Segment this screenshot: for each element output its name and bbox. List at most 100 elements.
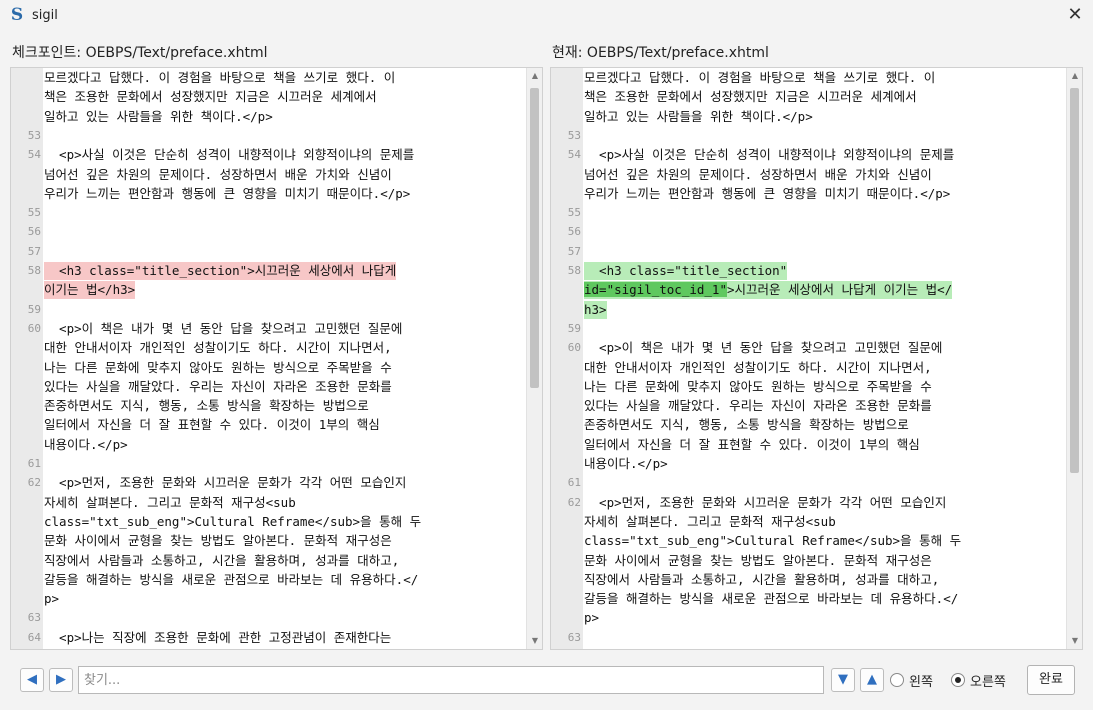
code-text[interactable]: 갈등을 해결하는 방식을 새로운 관점으로 바라보는 데 유용하다.</ [584,590,958,608]
done-button[interactable]: 완료 [1027,665,1075,695]
line-number: 60 [27,321,41,335]
code-text[interactable]: 일터에서 자신을 더 잘 표현할 수 있다. 이것이 1부의 핵심 [44,416,380,434]
code-text[interactable]: 직장에서 사람들과 소통하고, 시간을 활용하며, 성과를 대하고, [44,552,399,570]
code-line: 나는 다른 문화에 맞추지 않아도 원하는 방식으로 주목받을 수 [551,378,1066,396]
line-number: 57 [27,244,41,258]
code-text[interactable]: 자세히 살펴본다. 그리고 문화적 재구성<sub [584,513,836,531]
code-text[interactable]: <p>이 책은 내가 몇 년 동안 답을 찾으려고 고민했던 질문에 [584,339,942,357]
code-text[interactable]: <h3 class="title_section" [584,262,788,280]
code-text[interactable]: <p>먼저, 조용한 문화와 시끄러운 문화가 각각 어떤 모습인지 [44,474,406,492]
line-number: 64 [27,630,41,644]
code-text[interactable]: <p>나는 직장에 조용한 문화에 관한 고정관념이 존재한다는 [44,629,391,647]
left-scroll-thumb[interactable] [530,88,539,388]
code-text[interactable]: 모르겠다고 답했다. 이 경험을 바탕으로 책을 쓰기로 했다. 이 [584,69,935,87]
code-line: p> [551,609,1066,627]
code-line: 일하고 있는 사람들을 위한 책이다.</p> [551,108,1066,126]
code-line: 직장에서 사람들과 소통하고, 시간을 활용하며, 성과를 대하고, [11,552,526,570]
scroll-up-arrow-icon[interactable]: ▲ [527,68,542,84]
code-text[interactable]: 내용이다.</p> [44,436,128,454]
code-text[interactable]: 갈등을 해결하는 방식을 새로운 관점으로 바라보는 데 유용하다.</ [44,571,418,589]
line-number: 53 [567,128,581,142]
scroll-up-arrow-icon[interactable]: ▲ [1067,68,1082,84]
code-text[interactable]: 우리가 느끼는 편안함과 행동에 큰 영향을 미치기 때문이다.</p> [44,185,410,203]
previous-diff-button[interactable]: ◀ [20,668,44,692]
radio-left-label[interactable]: 왼쪽 [909,671,933,690]
code-text[interactable]: 내용이다.</p> [584,455,668,473]
line-number: 62 [27,476,41,490]
code-text[interactable]: class="txt_sub_eng">Cultural Reframe</su… [44,513,421,531]
line-number: 54 [567,148,581,162]
code-text[interactable]: 있다는 사실을 깨달았다. 우리는 자신이 자라온 조용한 문화를 [44,378,392,396]
window-title: sigil [32,7,58,23]
code-text[interactable]: 있다는 사실을 깨달았다. 우리는 자신이 자라온 조용한 문화를 [584,397,932,415]
code-text[interactable]: 대한 안내서이자 개인적인 성찰이기도 하다. 시간이 지나면서, [584,359,932,377]
next-diff-button[interactable]: ▶ [49,668,73,692]
code-line: 넘어선 깊은 차원의 문제이다. 성장하면서 배운 가치와 신념이 [551,166,1066,184]
code-text[interactable]: 일하고 있는 사람들을 위한 책이다.</p> [44,108,273,126]
code-text[interactable]: 자세히 살펴본다. 그리고 문화적 재구성<sub [44,494,296,512]
code-text[interactable]: h3> [584,300,607,319]
code-text[interactable]: 직장에서 사람들과 소통하고, 시간을 활용하며, 성과를 대하고, [584,571,939,589]
left-code-lines: 모르겠다고 답했다. 이 경험을 바탕으로 책을 쓰기로 했다. 이 책은 조용한… [11,68,526,649]
code-text[interactable]: 넘어선 깊은 차원의 문제이다. 성장하면서 배운 가치와 신념이 [44,166,392,184]
code-text[interactable]: <p>나는 직장에 조용한 문화에 관한 고정관념이 존재한다는 [584,648,931,649]
code-line: 60 <p>이 책은 내가 몇 년 동안 답을 찾으려고 고민했던 질문에 [11,320,526,338]
left-scrollbar[interactable]: ▲ ▼ [526,68,542,649]
code-line: 내용이다.</p> [11,436,526,454]
line-number: 60 [567,341,581,355]
code-line: 일터에서 자신을 더 잘 표현할 수 있다. 이것이 1부의 핵심 [551,436,1066,454]
code-line: 53 [551,127,1066,145]
code-text[interactable]: 존중하면서도 지식, 행동, 소통 방식을 확장하는 방법으로 [44,397,369,415]
line-number: 56 [27,225,41,239]
radio-right-label[interactable]: 오른쪽 [970,671,1006,690]
find-input[interactable] [78,666,824,694]
code-text[interactable]: <p>사실 이것은 단순히 성격이 내향적이냐 외향적이냐의 문제를 [44,146,414,164]
code-text[interactable]: 나는 다른 문화에 맞추지 않아도 원하는 방식으로 주목받을 수 [584,378,932,396]
close-icon[interactable]: ✕ [1063,3,1087,27]
find-previous-button[interactable]: ▲ [860,668,884,692]
code-text[interactable]: <p>사실 이것은 단순히 성격이 내향적이냐 외향적이냐의 문제를 [584,146,954,164]
code-line: p> [11,590,526,608]
code-line: 63 [551,629,1066,647]
code-text[interactable]: 책은 조용한 문화에서 성장했지만 지금은 시끄러운 세계에서 [584,88,917,106]
code-line: 54 <p>사실 이것은 단순히 성격이 내향적이냐 외향적이냐의 문제를 [551,146,1066,164]
code-text[interactable]: 대한 안내서이자 개인적인 성찰이기도 하다. 시간이 지나면서, [44,339,392,357]
code-text[interactable]: id="sigil_toc_id_1">시끄러운 세상에서 나답게 이기는 법<… [584,281,953,300]
code-text[interactable]: 모르겠다고 답했다. 이 경험을 바탕으로 책을 쓰기로 했다. 이 [44,69,395,87]
right-diff-pane[interactable]: 모르겠다고 답했다. 이 경험을 바탕으로 책을 쓰기로 했다. 이 책은 조용한… [550,67,1083,650]
line-number: 54 [27,148,41,162]
code-line: 넘어선 깊은 차원의 문제이다. 성장하면서 배운 가치와 신념이 [11,166,526,184]
code-text[interactable]: <p>먼저, 조용한 문화와 시끄러운 문화가 각각 어떤 모습인지 [584,494,946,512]
right-scrollbar[interactable]: ▲ ▼ [1066,68,1082,649]
code-line: 자세히 살펴본다. 그리고 문화적 재구성<sub [11,494,526,512]
code-text[interactable]: 나는 다른 문화에 맞추지 않아도 원하는 방식으로 주목받을 수 [44,359,392,377]
code-text[interactable]: 문화 사이에서 균형을 찾는 방법도 알아본다. 문화적 재구성은 [44,532,392,550]
code-text[interactable]: <h3 class="title_section">시끄러운 세상에서 나답게 [44,262,397,280]
code-text[interactable]: 이기는 법</h3> [44,281,136,300]
code-text[interactable]: 책은 조용한 문화에서 성장했지만 지금은 시끄러운 세계에서 [44,88,377,106]
code-text[interactable]: 문화 사이에서 균형을 찾는 방법도 알아본다. 문화적 재구성은 [584,552,932,570]
find-next-button[interactable]: ▼ [831,668,855,692]
radio-right[interactable] [951,673,965,687]
right-scroll-thumb[interactable] [1070,88,1079,473]
code-text[interactable]: 사실을 잘 알고 있다. 그래서 이러한 편견을 극복하기 위한 방법과 [44,648,418,649]
code-line: 존중하면서도 지식, 행동, 소통 방식을 확장하는 방법으로 [551,416,1066,434]
code-line: 사실을 잘 알고 있다. 그래서 이러한 편견을 극복하기 위한 방법과 [11,648,526,649]
left-diff-pane[interactable]: 모르겠다고 답했다. 이 경험을 바탕으로 책을 쓰기로 했다. 이 책은 조용한… [10,67,543,650]
code-text[interactable]: class="txt_sub_eng">Cultural Reframe</su… [584,532,961,550]
scroll-down-arrow-icon[interactable]: ▼ [527,633,542,649]
code-text[interactable]: p> [44,590,59,608]
line-number: 55 [567,206,581,220]
sigil-s-icon: S [10,5,24,25]
scroll-down-arrow-icon[interactable]: ▼ [1067,633,1082,649]
code-text[interactable]: 일터에서 자신을 더 잘 표현할 수 있다. 이것이 1부의 핵심 [584,436,920,454]
code-text[interactable]: 존중하면서도 지식, 행동, 소통 방식을 확장하는 방법으로 [584,416,909,434]
code-line: 53 [11,127,526,145]
code-line: 내용이다.</p> [551,455,1066,473]
code-text[interactable]: <p>이 책은 내가 몇 년 동안 답을 찾으려고 고민했던 질문에 [44,320,402,338]
code-text[interactable]: 넘어선 깊은 차원의 문제이다. 성장하면서 배운 가치와 신념이 [584,166,932,184]
code-text[interactable]: 우리가 느끼는 편안함과 행동에 큰 영향을 미치기 때문이다.</p> [584,185,950,203]
code-text[interactable]: 일하고 있는 사람들을 위한 책이다.</p> [584,108,813,126]
code-text[interactable]: p> [584,609,599,627]
radio-left[interactable] [890,673,904,687]
